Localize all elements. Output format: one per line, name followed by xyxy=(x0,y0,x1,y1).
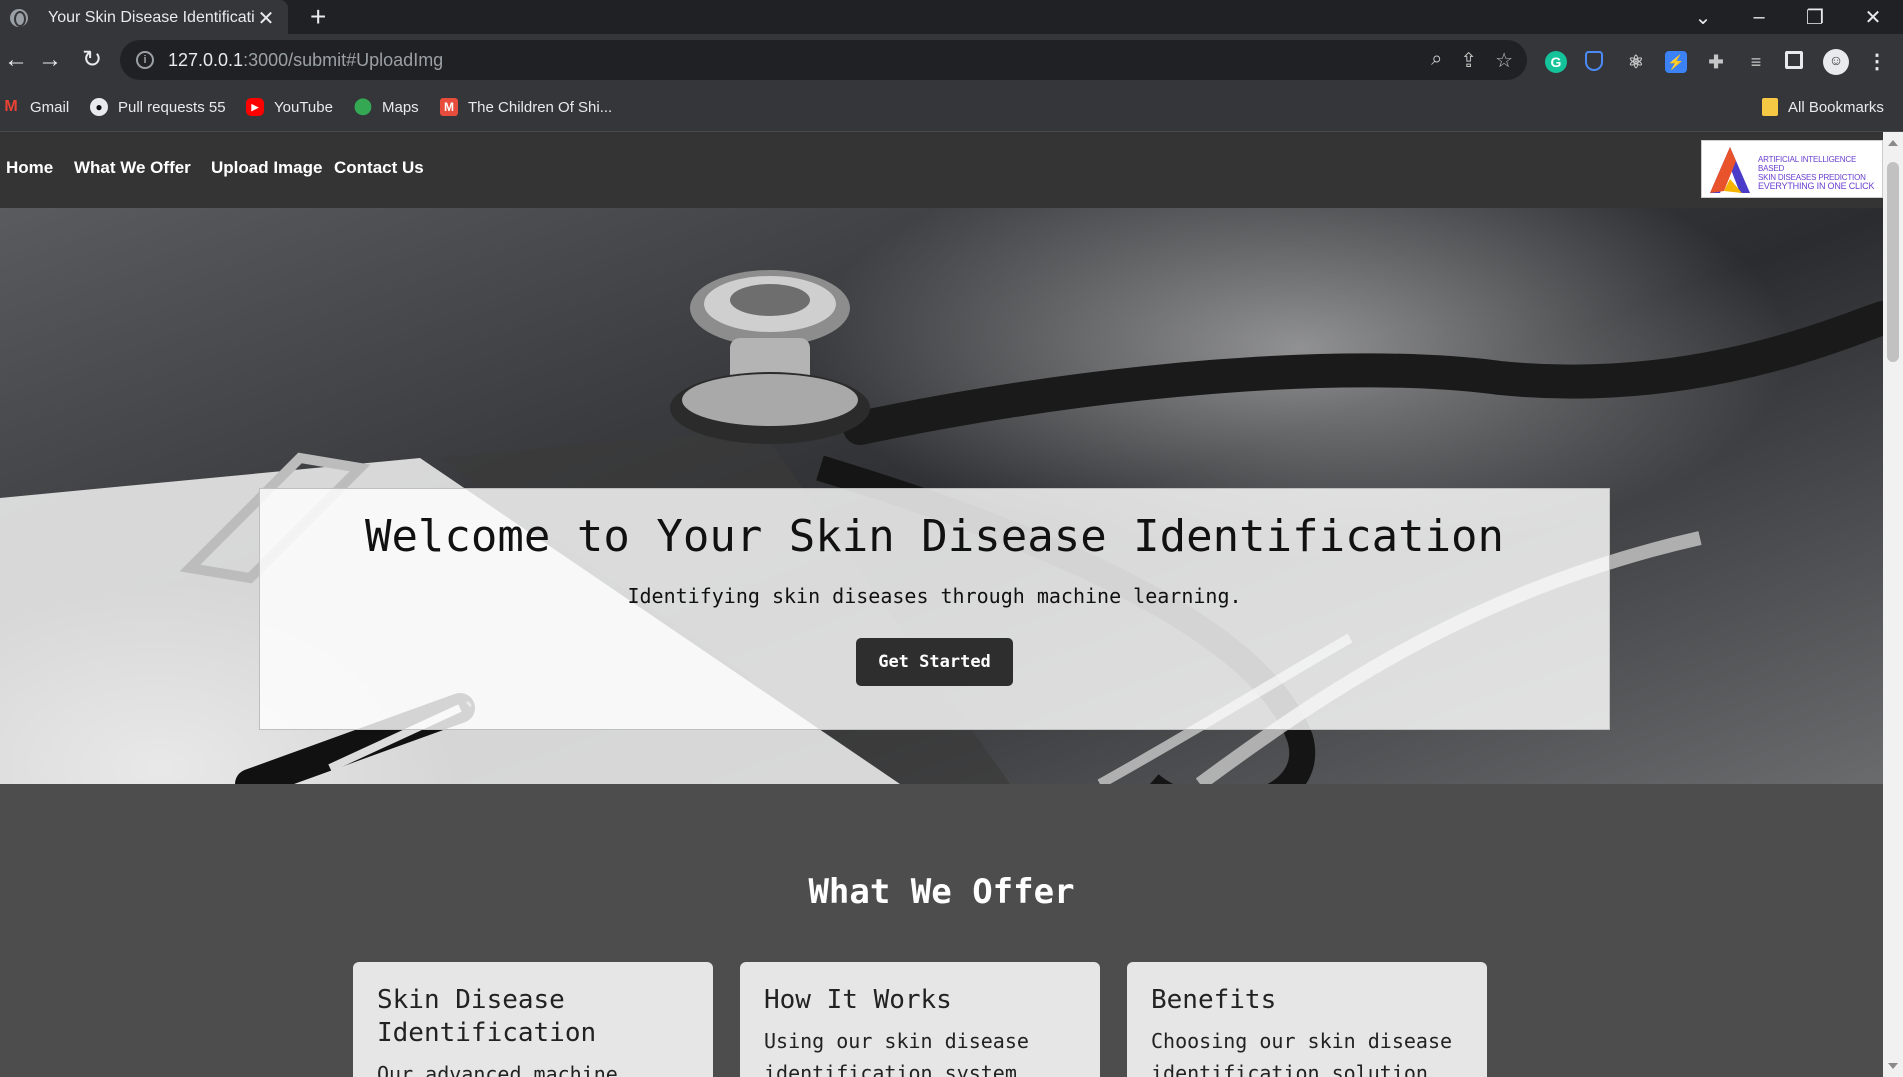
reload-button[interactable]: ↻ xyxy=(76,44,108,76)
browser-tab[interactable]: Your Skin Disease Identification ✕ xyxy=(0,0,288,36)
bookmark-gmail[interactable]: M Gmail xyxy=(2,98,69,116)
bookmark-label: Gmail xyxy=(30,98,70,116)
offer-card-benefits: Benefits Choosing our skin disease ident… xyxy=(1127,962,1487,1077)
all-bookmarks-label: All Bookmarks xyxy=(1788,98,1884,116)
card-text: Our advanced machine xyxy=(377,1062,618,1077)
forward-button[interactable]: → xyxy=(34,44,66,76)
card-text: Choosing our skin disease identification… xyxy=(1151,1029,1453,1077)
hero-banner: Welcome to Your Skin Disease Identificat… xyxy=(259,488,1610,730)
logo-line-3: EVERYTHING IN ONE CLICK xyxy=(1758,181,1875,191)
bookmark-label: Maps xyxy=(382,98,419,116)
folder-icon xyxy=(1762,98,1778,116)
github-icon: ● xyxy=(90,98,108,116)
logo-line-1: ARTIFICIAL INTELLIGENCE BASED xyxy=(1758,155,1857,173)
scroll-down-arrow[interactable] xyxy=(1888,1063,1898,1069)
offer-section-title: What We Offer xyxy=(808,872,1075,912)
bookmark-maps[interactable]: ⬤ Maps xyxy=(354,98,419,116)
address-bar[interactable]: i 127.0.0.1:3000/submit#UploadImg ⌕ ⇪ ☆ xyxy=(120,40,1527,80)
bookmarks-bar: M Gmail ● Pull requests 55 ▶ YouTube ⬤ M… xyxy=(0,86,1903,132)
site-logo[interactable]: ARTIFICIAL INTELLIGENCE BASED SKIN DISEA… xyxy=(1701,140,1883,198)
hero-section: Welcome to Your Skin Disease Identificat… xyxy=(0,208,1883,784)
shield-extension-icon[interactable] xyxy=(1585,51,1603,71)
extensions-puzzle-icon[interactable]: ✚ xyxy=(1705,51,1727,73)
side-panel-icon[interactable] xyxy=(1785,51,1803,69)
bookmark-m-icon: M xyxy=(440,98,458,116)
get-started-button[interactable]: Get Started xyxy=(856,638,1013,686)
card-text: Using our skin disease identification sy… xyxy=(764,1029,1029,1077)
nav-upload-image[interactable]: Upload Image xyxy=(211,158,322,178)
scrollbar-thumb[interactable] xyxy=(1887,162,1899,362)
youtube-icon: ▶ xyxy=(246,98,264,116)
bookmark-label: YouTube xyxy=(274,98,333,116)
page-viewport: Home What We Offer Upload Image Contact … xyxy=(0,132,1883,1077)
card-title: Benefits xyxy=(1151,985,1277,1015)
browser-toolbar: ← → ↻ i 127.0.0.1:3000/submit#UploadImg … xyxy=(0,34,1903,86)
new-tab-button[interactable]: + xyxy=(310,2,326,32)
tab-search-icon[interactable]: ⌄ xyxy=(1675,0,1731,34)
nav-contact-us[interactable]: Contact Us xyxy=(334,158,424,178)
hero-title: Welcome to Your Skin Disease Identificat… xyxy=(364,511,1505,562)
maps-icon: ⬤ xyxy=(354,98,372,115)
tab-title: Your Skin Disease Identification xyxy=(48,9,254,26)
close-tab-icon[interactable]: ✕ xyxy=(254,6,278,31)
site-info-icon[interactable]: i xyxy=(136,51,154,69)
offer-card-how-it-works: How It Works Using our skin disease iden… xyxy=(740,962,1100,1077)
nav-home[interactable]: Home xyxy=(6,158,53,178)
grammarly-extension-icon[interactable]: G xyxy=(1545,51,1567,73)
url-path: :3000/submit#UploadImg xyxy=(243,49,444,70)
bookmark-label: Pull requests 55 xyxy=(118,98,226,116)
logo-a-icon xyxy=(1710,147,1750,193)
hero-subtitle: Identifying skin diseases through machin… xyxy=(627,584,1242,608)
bookmark-pull-requests[interactable]: ● Pull requests 55 xyxy=(90,98,226,116)
restore-button[interactable]: ❐ xyxy=(1787,0,1843,34)
lightning-extension-icon[interactable]: ⚡ xyxy=(1665,51,1687,73)
nav-what-we-offer[interactable]: What We Offer xyxy=(74,158,191,178)
share-icon[interactable]: ⇪ xyxy=(1460,48,1477,73)
gmail-icon: M xyxy=(4,98,18,115)
back-button[interactable]: ← xyxy=(0,44,32,76)
bookmark-children-of-shi[interactable]: M The Children Of Shi... xyxy=(440,98,612,116)
page-scrollbar[interactable] xyxy=(1883,132,1903,1077)
card-title: Skin Disease Identification xyxy=(377,985,597,1048)
offer-card-skin-disease-identification: Skin Disease Identification Our advanced… xyxy=(353,962,713,1077)
site-navbar: Home What We Offer Upload Image Contact … xyxy=(0,132,1883,208)
globe-icon xyxy=(10,9,28,27)
bookmark-youtube[interactable]: ▶ YouTube xyxy=(246,98,333,116)
minimize-button[interactable]: – xyxy=(1731,0,1787,34)
react-devtools-icon[interactable]: ⚛ xyxy=(1625,51,1647,73)
url-host: 127.0.0.1 xyxy=(168,49,244,70)
all-bookmarks-folder[interactable]: All Bookmarks xyxy=(1762,98,1884,116)
profile-avatar[interactable]: ☺ xyxy=(1823,49,1849,75)
bookmark-star-icon[interactable]: ☆ xyxy=(1495,48,1513,73)
browser-menu-icon[interactable]: ⋮ xyxy=(1866,51,1888,73)
reading-list-icon[interactable]: ≡ xyxy=(1745,51,1767,73)
zoom-icon[interactable]: ⌕ xyxy=(1431,48,1442,73)
tab-strip: Your Skin Disease Identification ✕ + ⌄ –… xyxy=(0,0,1903,36)
window-close-button[interactable]: ✕ xyxy=(1843,0,1903,34)
bookmark-label: The Children Of Shi... xyxy=(468,98,613,116)
scroll-up-arrow[interactable] xyxy=(1888,140,1898,146)
card-title: How It Works xyxy=(764,985,952,1015)
